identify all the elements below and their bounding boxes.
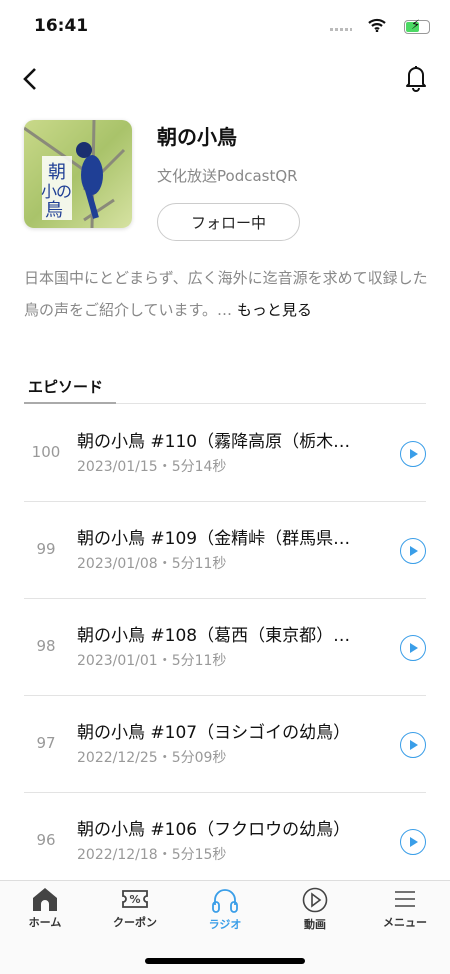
episode-number: 100 [31,443,61,461]
episode-row[interactable]: 96 朝の小鳥 #106（フクロウの幼鳥） 2022/12/18・5分15秒 [24,793,426,890]
tabbar-item-coupon[interactable]: % クーポン [90,887,180,930]
episode-title[interactable]: 朝の小鳥 #110（霧降高原（栃木… [77,427,372,452]
tab-episodes[interactable]: エピソード [28,376,103,397]
coupon-icon: % [122,890,148,908]
tabbar-label: ホーム [28,916,62,929]
episode-title[interactable]: 朝の小鳥 #108（葛西（東京都）… [77,621,372,646]
podcast-author[interactable]: 文化放送PodcastQR [157,165,298,186]
play-circle-icon [302,887,328,913]
episode-row[interactable]: 100 朝の小鳥 #110（霧降高原（栃木… 2023/01/15・5分14秒 [24,405,426,502]
tabbar-label: クーポン [113,916,157,929]
tabbar-item-menu[interactable]: メニュー [360,887,450,930]
home-icon [33,888,57,911]
more-link[interactable]: もっと見る [237,301,312,319]
clock: 16:41 [34,16,89,36]
episode-number: 99 [36,540,56,558]
play-icon[interactable] [400,829,426,855]
tabbar-item-video[interactable]: 動画 [270,887,360,932]
podcast-description: 日本国中にとどまらず、広く海外に迄音源を求めて収録した鳥の声をご紹介しています。… [24,262,429,326]
episode-meta: 2022/12/25・5分09秒 [77,750,227,766]
svg-text:鳥: 鳥 [45,200,63,221]
episode-meta: 2022/12/18・5分15秒 [77,847,227,863]
menu-icon [395,891,415,907]
episode-title[interactable]: 朝の小鳥 #109（金精峠（群馬県… [77,524,372,549]
tabbar-item-radio[interactable]: ラジオ [180,887,270,932]
tab-underline [24,402,116,404]
tabbar-label: メニュー [383,916,427,929]
status-bar: 16:41 ⚡ [0,0,450,56]
episode-meta: 2023/01/15・5分14秒 [77,459,227,475]
follow-button[interactable]: フォロー中 [157,203,300,241]
episode-row[interactable]: 99 朝の小鳥 #109（金精峠（群馬県… 2023/01/08・5分11秒 [24,502,426,599]
episode-number: 96 [36,831,56,849]
play-icon[interactable] [400,635,426,661]
headphones-icon [212,889,238,913]
episode-number: 97 [36,734,56,752]
episode-row[interactable]: 98 朝の小鳥 #108（葛西（東京都）… 2023/01/01・5分11秒 [24,599,426,696]
svg-text:の: の [56,182,72,201]
tabbar-label: ラジオ [208,918,242,931]
episode-meta: 2023/01/01・5分11秒 [77,653,227,669]
tabbar-item-home[interactable]: ホーム [0,887,90,930]
signal-icon [330,28,352,31]
description-text: 日本国中にとどまらず、広く海外に迄音源を求めて収録した鳥の声をご紹介しています。… [24,269,428,319]
svg-text:%: % [129,893,140,906]
play-icon[interactable] [400,538,426,564]
episode-row[interactable]: 97 朝の小鳥 #107（ヨシゴイの幼鳥） 2022/12/25・5分09秒 [24,696,426,793]
wifi-icon [368,18,386,32]
battery-icon: ⚡ [404,18,430,34]
episode-title[interactable]: 朝の小鳥 #107（ヨシゴイの幼鳥） [77,718,372,743]
back-chevron-icon[interactable] [22,66,38,92]
bird-artwork-image: 朝 の 小 鳥 [24,120,126,228]
podcast-title: 朝の小鳥 [157,125,237,149]
svg-text:朝: 朝 [48,162,66,183]
tabbar-label: 動画 [304,918,326,931]
svg-text:小: 小 [41,182,57,201]
bell-icon[interactable] [404,64,428,92]
home-indicator [145,958,305,964]
episode-title[interactable]: 朝の小鳥 #106（フクロウの幼鳥） [77,815,372,840]
podcast-artwork: 朝 の 小 鳥 [24,120,132,228]
play-icon[interactable] [400,441,426,467]
play-icon[interactable] [400,732,426,758]
episode-meta: 2023/01/08・5分11秒 [77,556,227,572]
episode-number: 98 [36,637,56,655]
